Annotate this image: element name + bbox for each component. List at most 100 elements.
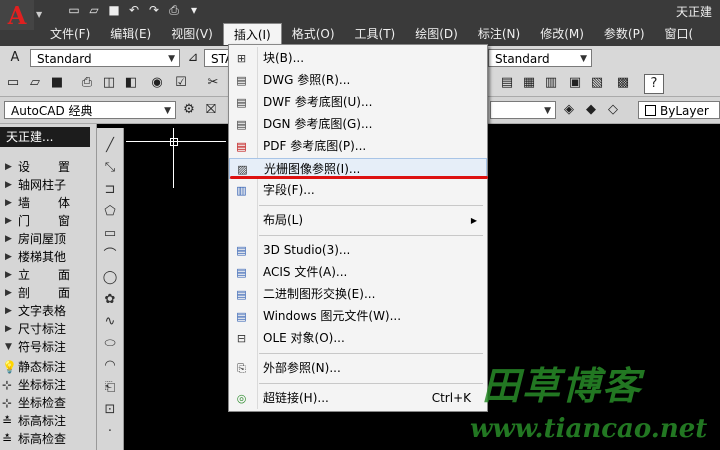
menu-modify[interactable]: 修改(M): [530, 23, 594, 45]
workspace-select[interactable]: AutoCAD 经典 ▼: [4, 101, 176, 119]
panel-group-elevation[interactable]: ▶ 立 面: [0, 266, 96, 284]
menu-item-binary-dxf[interactable]: ▤ 二进制图形交换(E)...: [229, 284, 487, 305]
menu-item-external-references[interactable]: ⎘ 外部参照(N)...: [229, 358, 487, 379]
design-center-icon[interactable]: ▦: [520, 74, 538, 92]
layer-iso-icon[interactable]: ◇: [604, 101, 622, 119]
panel-group-symbol[interactable]: ▼ 符号标注: [0, 338, 96, 356]
menu-format[interactable]: 格式(O): [282, 23, 345, 45]
new-icon[interactable]: ▭: [4, 74, 22, 92]
panel-group-rooms[interactable]: ▶ 房间屋顶: [0, 230, 96, 248]
panel-cmd-label: 标高检查: [18, 432, 67, 446]
menu-item-layout[interactable]: 布局(L) ▶: [229, 210, 487, 231]
text-style-icon[interactable]: A: [6, 49, 24, 67]
menu-file[interactable]: 文件(F): [40, 23, 100, 45]
menu-insert[interactable]: 插入(I): [222, 23, 282, 45]
menu-item-dgn-underlay[interactable]: ▤ DGN 参考底图(G)...: [229, 114, 487, 135]
open-file-icon[interactable]: ▱: [86, 2, 102, 18]
app-logo-button[interactable]: A: [0, 0, 34, 30]
insert-menu-dropdown: ⊞ 块(B)... ▤ DWG 参照(R)... ▤ DWF 参考底图(U)... ▤…: [228, 44, 488, 412]
workspace-tool-icon[interactable]: ⛝: [202, 101, 220, 119]
panel-group-doors[interactable]: ▶ 门 窗: [0, 212, 96, 230]
menu-item-3d-studio[interactable]: ▤ 3D Studio(3)...: [229, 240, 487, 261]
panel-group-axis[interactable]: ▶ 轴网柱子: [0, 176, 96, 194]
menu-item-hyperlink[interactable]: ◎ 超链接(H)... Ctrl+K: [229, 388, 487, 409]
panel-group-text[interactable]: ▶ 文字表格: [0, 302, 96, 320]
menu-view[interactable]: 视图(V): [161, 23, 223, 45]
3d-dwf-icon[interactable]: ◉: [148, 74, 166, 92]
panel-cmd-label: 静态标注: [18, 360, 67, 374]
help-icon[interactable]: ?: [644, 74, 664, 94]
panel-cmd-elevation-check[interactable]: ≛ 标高检查: [0, 430, 96, 448]
spline-icon[interactable]: ∿: [100, 312, 120, 332]
sheet-set-icon[interactable]: ▣: [566, 74, 584, 92]
text-style-select[interactable]: Standard ▼: [30, 49, 180, 67]
redo-icon[interactable]: ↷: [146, 2, 162, 18]
color-select[interactable]: ByLayer: [638, 101, 720, 119]
menu-item-label: 字段(F)...: [263, 183, 315, 197]
circle-icon[interactable]: ◯: [100, 268, 120, 288]
menu-dimension[interactable]: 标注(N): [468, 23, 530, 45]
app-menu-chevron-icon[interactable]: ▼: [36, 10, 42, 19]
menu-item-dwg-reference[interactable]: ▤ DWG 参照(R)...: [229, 70, 487, 91]
panel-title[interactable]: 天正建...: [0, 127, 90, 147]
point-icon[interactable]: ·: [100, 422, 120, 442]
dim-style-icon[interactable]: ⊿: [184, 49, 202, 67]
undo-icon[interactable]: ↶: [126, 2, 142, 18]
panel-group-stairs[interactable]: ▶ 楼梯其他: [0, 248, 96, 266]
menu-item-block[interactable]: ⊞ 块(B)...: [229, 48, 487, 69]
tool-palettes-icon[interactable]: ▥: [542, 74, 560, 92]
menu-item-windows-metafile[interactable]: ▤ Windows 图元文件(W)...: [229, 306, 487, 327]
menu-tools[interactable]: 工具(T): [345, 23, 406, 45]
menu-item-dwf-underlay[interactable]: ▤ DWF 参考底图(U)...: [229, 92, 487, 113]
menu-edit[interactable]: 编辑(E): [100, 23, 161, 45]
arc-icon[interactable]: ⌒: [100, 246, 120, 266]
cut-icon[interactable]: ✂: [204, 74, 222, 92]
menu-item-acis[interactable]: ▤ ACIS 文件(A)...: [229, 262, 487, 283]
save-icon[interactable]: ■: [48, 74, 66, 92]
panel-group-settings[interactable]: ▶ 设 置: [0, 158, 96, 176]
expand-triangle-icon: ▶: [5, 324, 12, 334]
calculator-icon[interactable]: ▩: [614, 74, 632, 92]
insert-block-icon[interactable]: ⎗: [100, 378, 120, 398]
polyline-icon[interactable]: ⊐: [100, 180, 120, 200]
line-icon[interactable]: ╱: [100, 136, 120, 156]
panel-group-wall[interactable]: ▶ 墙 体: [0, 194, 96, 212]
panel-cmd-static-label[interactable]: 💡 静态标注: [0, 358, 96, 376]
make-block-icon[interactable]: ⊡: [100, 400, 120, 420]
plot-preview-icon[interactable]: ◫: [100, 74, 118, 92]
workspace-settings-icon[interactable]: ⚙: [180, 101, 198, 119]
ellipse-arc-icon[interactable]: ◠: [100, 356, 120, 376]
layer-state-icon[interactable]: ◈: [560, 101, 578, 119]
panel-cmd-coord-label[interactable]: ⊹ 坐标标注: [0, 376, 96, 394]
menu-item-ole-object[interactable]: ⊟ OLE 对象(O)...: [229, 328, 487, 349]
markup-icon[interactable]: ▧: [588, 74, 606, 92]
properties-icon[interactable]: ▤: [498, 74, 516, 92]
open-icon[interactable]: ▱: [26, 74, 44, 92]
print-icon[interactable]: ⎙: [166, 2, 182, 18]
publish-icon[interactable]: ◧: [122, 74, 140, 92]
menu-item-field[interactable]: ▥ 字段(F)...: [229, 180, 487, 201]
ellipse-icon[interactable]: ⬭: [100, 334, 120, 354]
menu-parametric[interactable]: 参数(P): [594, 23, 655, 45]
panel-group-section[interactable]: ▶ 剖 面: [0, 284, 96, 302]
save-icon[interactable]: ■: [106, 2, 122, 18]
plot-icon[interactable]: ⎙: [78, 74, 96, 92]
construction-line-icon[interactable]: ⤡: [100, 158, 120, 178]
layer-previous-icon[interactable]: ◆: [582, 101, 600, 119]
3ds-icon: ▤: [236, 244, 247, 257]
revcloud-icon[interactable]: ✿: [100, 290, 120, 310]
rectangle-icon[interactable]: ▭: [100, 224, 120, 244]
new-file-icon[interactable]: ▭: [66, 2, 82, 18]
menu-item-pdf-underlay[interactable]: ▤ PDF 参考底图(P)...: [229, 136, 487, 157]
panel-cmd-elevation-label[interactable]: ≛ 标高标注: [0, 412, 96, 430]
red-underline-annotation: [230, 176, 488, 179]
panel-group-dimension[interactable]: ▶ 尺寸标注: [0, 320, 96, 338]
etransmit-icon[interactable]: ☑: [172, 74, 190, 92]
panel-cmd-coord-check[interactable]: ⊹ 坐标检查: [0, 394, 96, 412]
quick-access-more-icon[interactable]: ▾: [186, 2, 202, 18]
table-style-select[interactable]: Standard ▼: [488, 49, 592, 67]
menu-window[interactable]: 窗口(: [655, 23, 704, 45]
polygon-icon[interactable]: ⬠: [100, 202, 120, 222]
layer-select[interactable]: ▼: [490, 101, 556, 119]
menu-draw[interactable]: 绘图(D): [405, 23, 468, 45]
